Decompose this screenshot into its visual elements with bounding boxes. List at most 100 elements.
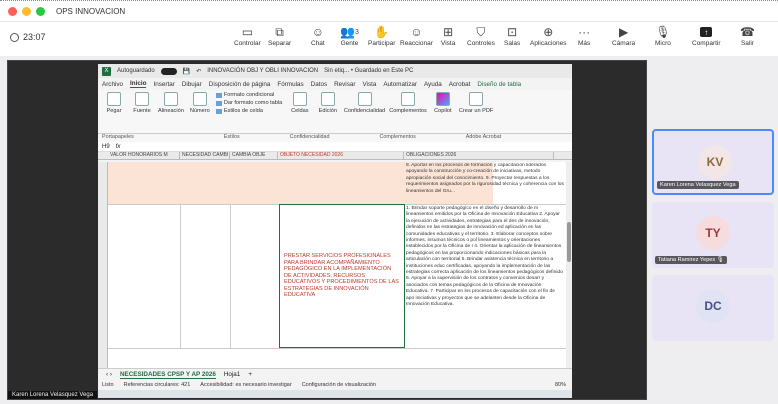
sheet-tabs: ‹ › NECESIDADES CPSP Y AP 2026 Hoja1 +	[98, 368, 572, 380]
gente-button[interactable]: 👥 3 Gente	[340, 24, 359, 47]
fx-icon[interactable]: fx	[116, 144, 121, 150]
grid-view-icon: ⊞	[443, 25, 454, 39]
microphone-icon: 🎙	[655, 25, 671, 39]
vista-button[interactable]: ⊞ Vista	[441, 24, 455, 47]
raise-hand-icon: ✋	[374, 25, 390, 39]
participar-button[interactable]: ✋ Participar	[368, 24, 395, 47]
tab-ayuda[interactable]: Ayuda	[424, 81, 442, 88]
meeting-toolbar: 23:07 ▭ Controlar ⧉ Separar ☺ Chat 👥 3 Gente …	[0, 22, 778, 56]
reaccionar-button[interactable]: ☺ Reaccionar	[400, 24, 433, 47]
display-settings[interactable]: Configuración de visualización	[302, 382, 376, 388]
tab-datos[interactable]: Datos	[311, 81, 327, 88]
tab-formulas[interactable]: Fórmulas	[277, 81, 303, 88]
dar-formato-tabla-button[interactable]: Dar formato como tabla	[215, 100, 282, 106]
tab-acrobat[interactable]: Acrobat	[449, 81, 471, 88]
controlar-button[interactable]: ▭ Controlar	[234, 24, 261, 47]
pop-out-icon: ⧉	[275, 24, 284, 39]
alignment-icon	[163, 92, 178, 106]
accessibility-status[interactable]: Accesibilidad: es necesario investigar	[200, 382, 291, 388]
compartir-button[interactable]: ↑ Compartir	[692, 24, 721, 47]
undo-icon[interactable]: ↶	[196, 68, 201, 75]
close-window-button[interactable]	[8, 6, 17, 16]
tab-revisar[interactable]: Revisar	[334, 81, 355, 88]
autosave-toggle[interactable]	[160, 67, 177, 75]
controles-button[interactable]: ⛉ Controles	[467, 24, 495, 48]
sheet-tab-necesidades[interactable]: NECESIDADES CPSP Y AP 2026	[119, 371, 216, 379]
crear-pdf-button[interactable]: Crear un PDF	[459, 92, 493, 131]
muted-mic-icon: 🎙	[716, 257, 724, 263]
cell-styles-icon	[215, 108, 222, 114]
participant-tile[interactable]: TY Tatiana Ramirez Yepes 🎙	[652, 202, 774, 268]
meeting-stage: X Autoguardado 💾 ↶ INNOVACIÓN OBJ Y OBLI…	[0, 56, 778, 404]
people-icon: 👥 3	[340, 25, 359, 39]
edicion-button[interactable]: Edición	[316, 92, 340, 131]
aplicaciones-button[interactable]: ⊕ Aplicaciones	[530, 24, 567, 47]
column-header[interactable]: CAMBIA OBJE	[230, 152, 278, 159]
column-header[interactable]: NECESIDAD CAMBI	[180, 152, 230, 159]
tab-diseno-tabla[interactable]: Diseño de tabla	[477, 81, 521, 88]
alineacion-button[interactable]: Alineación	[158, 92, 184, 131]
rooms-icon: ⊡	[507, 25, 518, 39]
column-header[interactable]: OBJETO NECESIDAD 2026	[278, 152, 404, 159]
cells-icon	[292, 92, 307, 106]
obligations-cell[interactable]: 8. Aportar en los procesos de formación …	[404, 162, 566, 368]
save-icon[interactable]: 💾	[183, 68, 190, 75]
participant-name: Tatiana Ramirez Yepes 🎙	[655, 256, 727, 264]
scroll-thumb[interactable]	[567, 222, 571, 262]
ribbon-group-labels: Portapapeles Estilos Confidencialidad Co…	[98, 134, 572, 142]
fuente-button[interactable]: Fuente	[130, 92, 154, 131]
excel-logo-icon: X	[102, 66, 111, 76]
tab-insertar[interactable]: Insertar	[153, 81, 174, 88]
paste-icon	[107, 92, 121, 106]
tab-disposicion[interactable]: Disposición de página	[209, 81, 271, 88]
numero-button[interactable]: Número	[188, 92, 212, 131]
window-title: OPS INNOVACION	[56, 6, 126, 16]
tab-dibujar[interactable]: Dibujar	[182, 81, 202, 88]
formato-condicional-button[interactable]: Formato condicional	[215, 92, 274, 98]
complementos-button[interactable]: Complementos	[389, 92, 427, 131]
spreadsheet-grid[interactable]: PRESTAR SERVICIOS PROFESIONALES PARA BRI…	[98, 162, 572, 368]
selected-cell[interactable]: PRESTAR SERVICIOS PROFESIONALES PARA BRI…	[279, 204, 405, 348]
participant-tile[interactable]: KV Karen Lorena Velasquez Vega	[652, 129, 774, 195]
mas-button[interactable]: ··· Más	[578, 24, 590, 47]
status-bar: Listo Referencias circulares: 421 Accesi…	[98, 380, 572, 390]
copilot-button[interactable]: Copilot	[431, 92, 455, 131]
row-numbers	[98, 162, 108, 368]
pegar-button[interactable]: Pegar	[102, 92, 126, 131]
maximize-window-button[interactable]	[36, 6, 45, 16]
sensitivity-icon	[357, 92, 372, 106]
separar-button[interactable]: ⧉ Separar	[268, 24, 291, 48]
window-titlebar: OPS INNOVACION	[0, 0, 778, 22]
tab-vista[interactable]: Vista	[362, 81, 376, 88]
column-header[interactable]: OBLIGACIONES 2026	[404, 152, 554, 159]
zoom-level[interactable]: 80%	[555, 382, 566, 388]
salas-button[interactable]: ⊡ Salas	[504, 24, 520, 47]
add-sheet-icon[interactable]: +	[248, 371, 252, 378]
sheet-nav-icon[interactable]: ‹ ›	[106, 371, 112, 378]
micro-button[interactable]: 🎙 Micro	[655, 24, 671, 47]
tab-inicio[interactable]: Inicio	[130, 80, 147, 88]
estilos-celda-button[interactable]: Estilos de celda	[215, 108, 263, 114]
column-headers: VALOR HONORARIOS M NECESIDAD CAMBI CAMBI…	[98, 152, 572, 160]
tab-archivo[interactable]: Archivo	[102, 81, 123, 88]
chat-button[interactable]: ☺ Chat	[311, 24, 325, 47]
minimize-window-button[interactable]	[22, 6, 31, 16]
column-header[interactable]: VALOR HONORARIOS M	[108, 152, 180, 159]
tab-automatizar[interactable]: Automatizar	[383, 81, 417, 88]
excel-titlebar: X Autoguardado 💾 ↶ INNOVACIÓN OBJ Y OBLI…	[98, 64, 572, 78]
name-box[interactable]: H9	[102, 144, 110, 150]
formula-bar: H9 fx	[98, 142, 572, 152]
avatar: TY	[696, 216, 730, 250]
celdas-button[interactable]: Celdas	[288, 92, 312, 131]
vertical-scrollbar[interactable]	[566, 162, 572, 368]
confidencialidad-button[interactable]: Confidencialidad	[344, 92, 385, 131]
copilot-icon	[435, 92, 450, 106]
percent-icon	[192, 92, 207, 106]
camara-button[interactable]: ▶ Cámara	[612, 24, 635, 47]
participants-panel: KV Karen Lorena Velasquez Vega TY Tatian…	[652, 56, 778, 404]
excel-window: X Autoguardado 💾 ↶ INNOVACIÓN OBJ Y OBLI…	[98, 64, 572, 398]
salir-button[interactable]: ☎ Salir	[740, 24, 755, 47]
participant-tile[interactable]: DC	[652, 275, 774, 341]
sheet-tab-hoja1[interactable]: Hoja1	[224, 371, 240, 378]
participant-name: Karen Lorena Velasquez Vega	[657, 181, 739, 189]
